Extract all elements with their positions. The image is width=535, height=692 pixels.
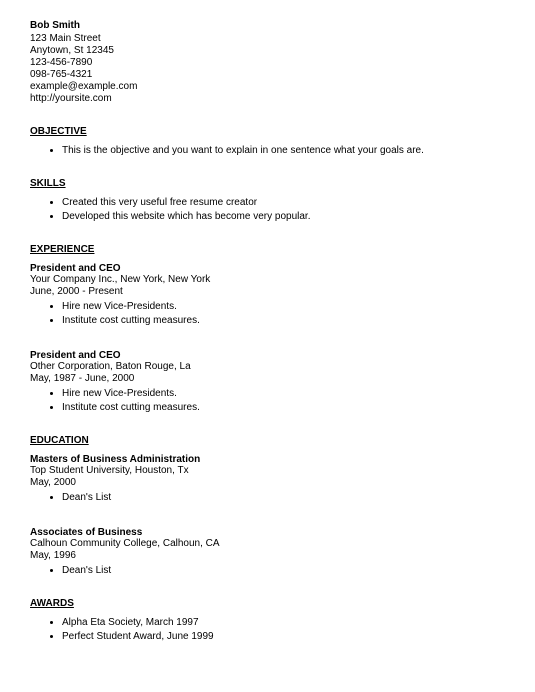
header-address: 123 Main Street xyxy=(30,33,505,44)
list-item: Hire new Vice-Presidents. xyxy=(62,301,505,312)
objective-title: OBJECTIVE xyxy=(30,126,505,137)
header-website: http://yoursite.com xyxy=(30,93,505,104)
degree-title: Associates of Business xyxy=(30,527,505,538)
school-dates: May, 2000 xyxy=(30,477,505,488)
list-item: Dean's List xyxy=(62,565,505,576)
header-email: example@example.com xyxy=(30,81,505,92)
school-dates: May, 1996 xyxy=(30,550,505,561)
job-bullets: Hire new Vice-Presidents. Institute cost… xyxy=(30,301,505,326)
header-phone2: 098-765-4321 xyxy=(30,69,505,80)
header-citystate: Anytown, St 12345 xyxy=(30,45,505,56)
job-company: Other Corporation, Baton Rouge, La xyxy=(30,361,505,372)
awards-title: AWARDS xyxy=(30,598,505,609)
list-item: Perfect Student Award, June 1999 xyxy=(62,631,505,642)
job-dates: May, 1987 - June, 2000 xyxy=(30,373,505,384)
school-block: Masters of Business Administration Top S… xyxy=(30,454,505,488)
skills-title: SKILLS xyxy=(30,178,505,189)
list-item: This is the objective and you want to ex… xyxy=(62,145,505,156)
school-block: Associates of Business Calhoun Community… xyxy=(30,527,505,561)
list-item: Created this very useful free resume cre… xyxy=(62,197,505,208)
list-item: Alpha Eta Society, March 1997 xyxy=(62,617,505,628)
job-company: Your Company Inc., New York, New York xyxy=(30,274,505,285)
objective-list: This is the objective and you want to ex… xyxy=(30,145,505,156)
job-bullets: Hire new Vice-Presidents. Institute cost… xyxy=(30,388,505,413)
job-block: President and CEO Your Company Inc., New… xyxy=(30,263,505,297)
header-phone1: 123-456-7890 xyxy=(30,57,505,68)
list-item: Institute cost cutting measures. xyxy=(62,402,505,413)
job-title: President and CEO xyxy=(30,350,505,361)
degree-title: Masters of Business Administration xyxy=(30,454,505,465)
school-name: Top Student University, Houston, Tx xyxy=(30,465,505,476)
awards-list: Alpha Eta Society, March 1997 Perfect St… xyxy=(30,617,505,642)
education-title: EDUCATION xyxy=(30,435,505,446)
school-bullets: Dean's List xyxy=(30,565,505,576)
school-name: Calhoun Community College, Calhoun, CA xyxy=(30,538,505,549)
job-dates: June, 2000 - Present xyxy=(30,286,505,297)
list-item: Developed this website which has become … xyxy=(62,211,505,222)
experience-title: EXPERIENCE xyxy=(30,244,505,255)
list-item: Hire new Vice-Presidents. xyxy=(62,388,505,399)
list-item: Dean's List xyxy=(62,492,505,503)
header-name: Bob Smith xyxy=(30,20,505,31)
skills-list: Created this very useful free resume cre… xyxy=(30,197,505,222)
job-title: President and CEO xyxy=(30,263,505,274)
list-item: Institute cost cutting measures. xyxy=(62,315,505,326)
job-block: President and CEO Other Corporation, Bat… xyxy=(30,350,505,384)
school-bullets: Dean's List xyxy=(30,492,505,503)
resume-header: Bob Smith 123 Main Street Anytown, St 12… xyxy=(30,20,505,104)
